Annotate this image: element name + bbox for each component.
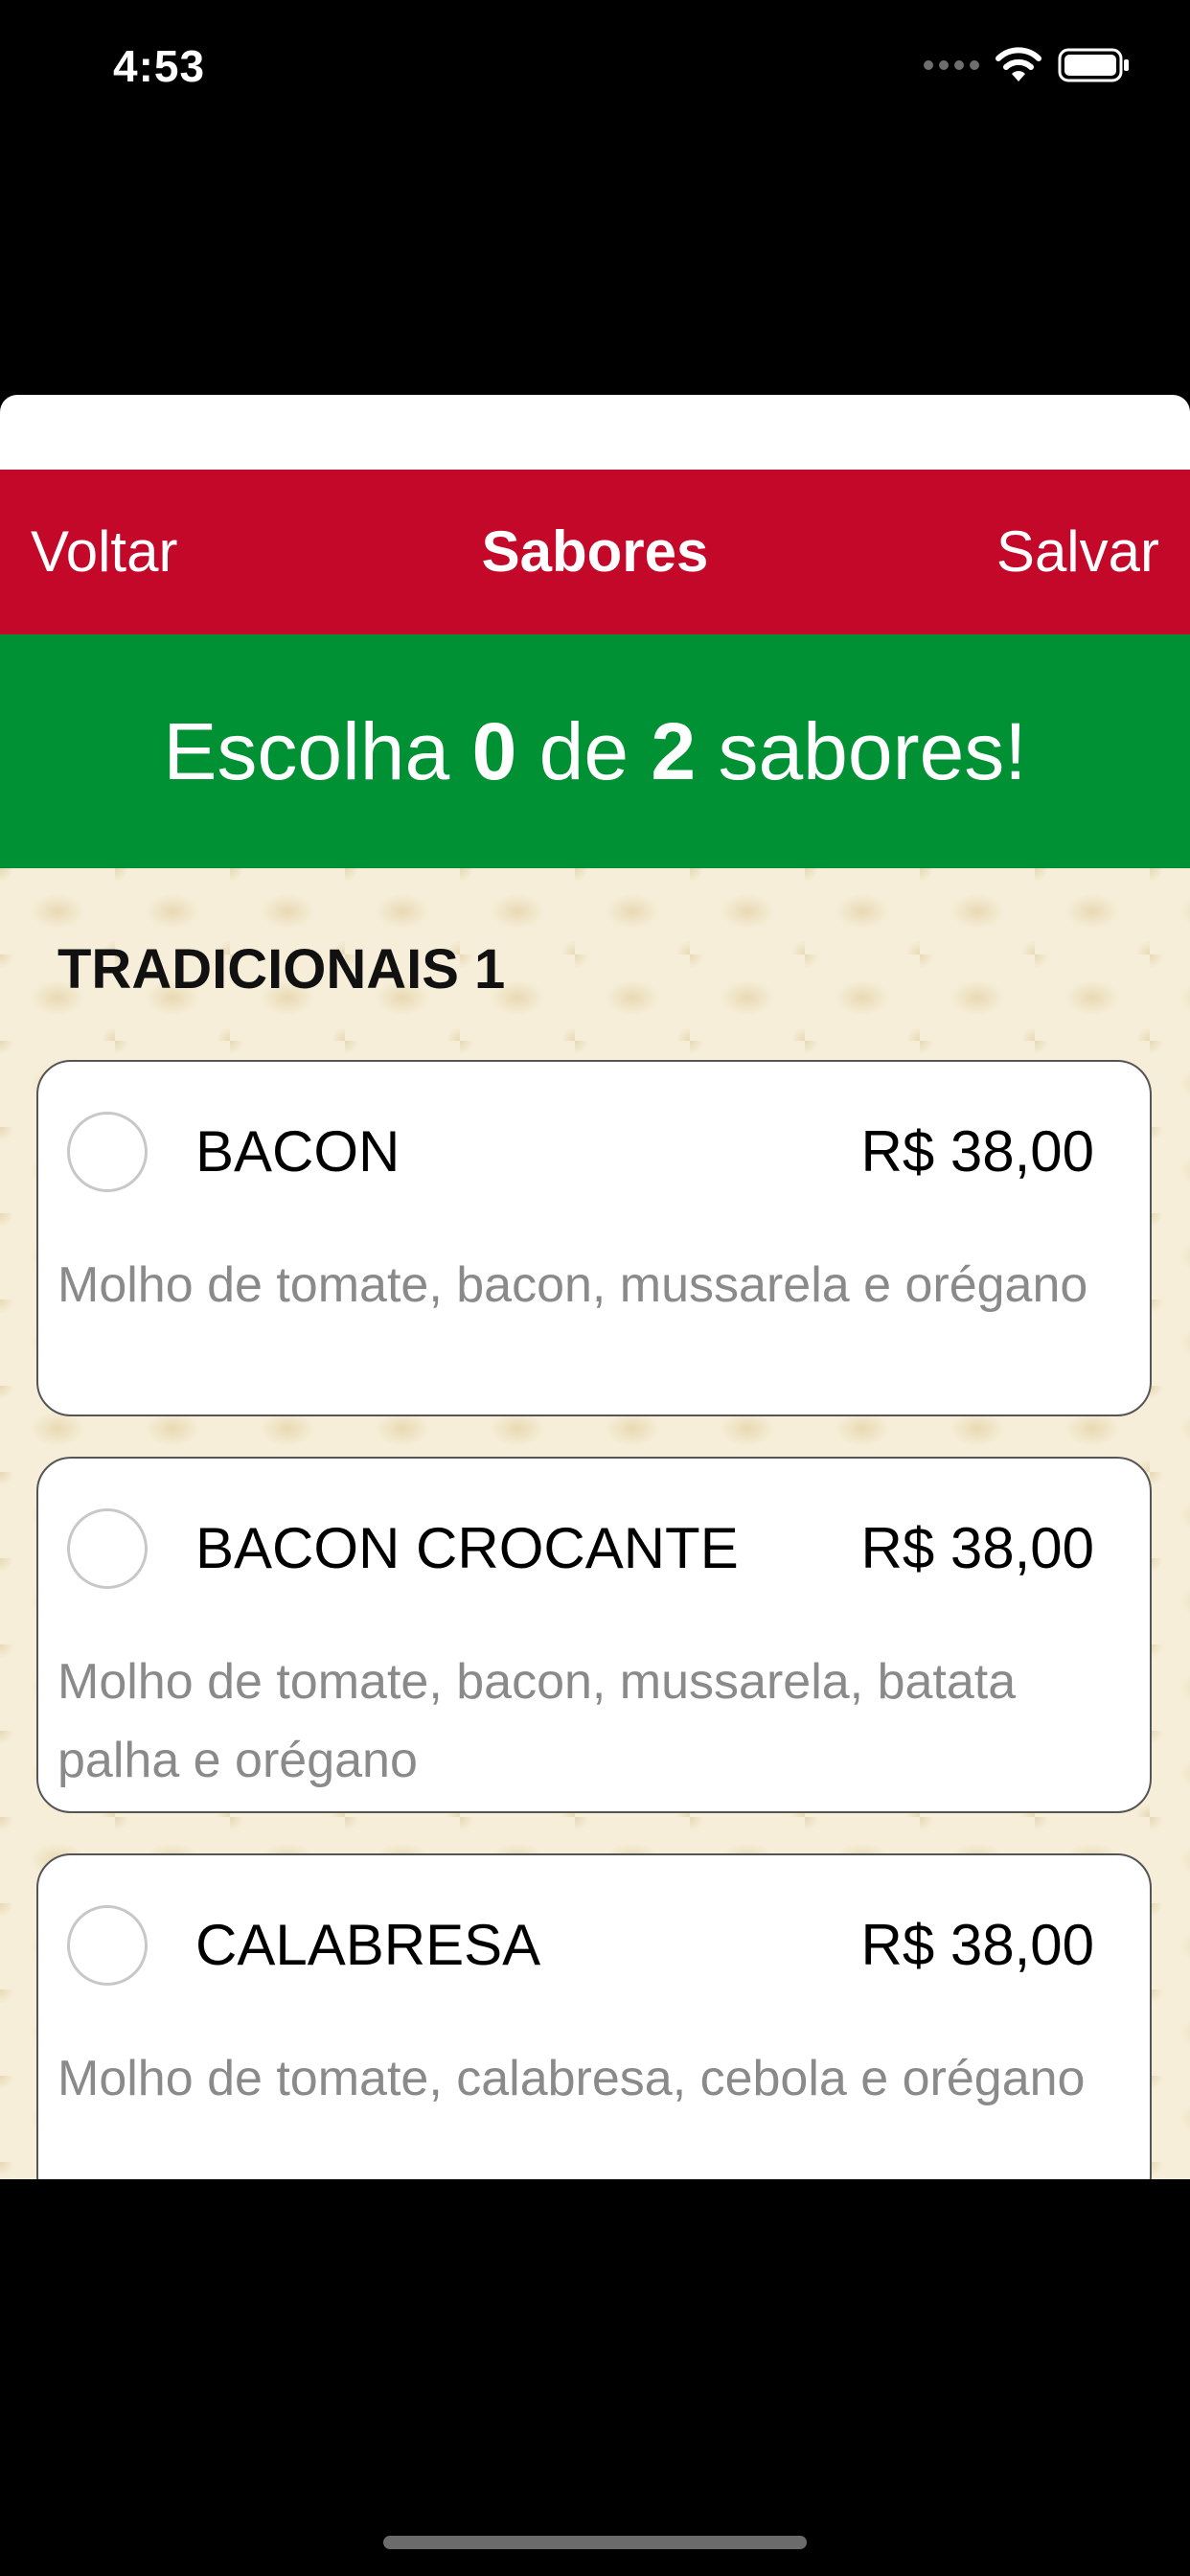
wifi-icon	[995, 47, 1041, 81]
radio-button[interactable]	[67, 1508, 148, 1589]
signal-icon	[924, 60, 979, 70]
flavor-price: R$ 38,00	[860, 1516, 1094, 1580]
flavor-card-calabresa[interactable]: CALABRESA R$ 38,00 Molho de tomate, cala…	[36, 1853, 1152, 2179]
flavor-card-bacon-crocante[interactable]: BACON CROCANTE R$ 38,00 Molho de tomate,…	[36, 1457, 1152, 1813]
flavor-list[interactable]: TRADICIONAIS 1 BACON R$ 38,00 Molho de t…	[0, 868, 1190, 2179]
home-indicator[interactable]	[383, 2536, 807, 2549]
flavor-name: BACON CROCANTE	[195, 1516, 739, 1580]
section-title: TRADICIONAIS 1	[57, 938, 506, 1000]
banner-middle: de	[516, 706, 652, 796]
navigation-bar: Voltar Sabores Salvar	[0, 470, 1190, 634]
flavor-name: CALABRESA	[195, 1913, 541, 1977]
status-time: 4:53	[113, 41, 206, 91]
selection-banner: Escolha 0 de 2 sabores!	[0, 634, 1190, 868]
flavors-sheet: Voltar Sabores Salvar Escolha 0 de 2 sab…	[0, 395, 1190, 2179]
device-notch	[291, 0, 899, 86]
flavor-price: R$ 38,00	[860, 1119, 1094, 1184]
flavor-price: R$ 38,00	[860, 1913, 1094, 1977]
radio-button[interactable]	[67, 1905, 148, 1986]
battery-icon	[1058, 48, 1129, 82]
app-screen: 4:53 Voltar Sabores Salvar Escolha 0 de …	[0, 0, 1190, 2576]
flavor-card-bacon[interactable]: BACON R$ 38,00 Molho de tomate, bacon, m…	[36, 1060, 1152, 1416]
banner-suffix: sabores!	[696, 706, 1027, 796]
flavor-name: BACON	[195, 1119, 400, 1184]
max-count: 2	[651, 706, 697, 796]
flavor-description: Molho de tomate, bacon, mussarela, batat…	[57, 1654, 1017, 1788]
banner-prefix: Escolha	[163, 706, 472, 796]
flavor-description: Molho de tomate, calabresa, cebola e oré…	[57, 2051, 1086, 2106]
selected-count: 0	[471, 706, 517, 796]
status-icons	[924, 44, 1131, 86]
flavor-description: Molho de tomate, bacon, mussarela e orég…	[57, 1257, 1088, 1313]
radio-button[interactable]	[67, 1112, 148, 1192]
save-button[interactable]: Salvar	[996, 470, 1159, 634]
